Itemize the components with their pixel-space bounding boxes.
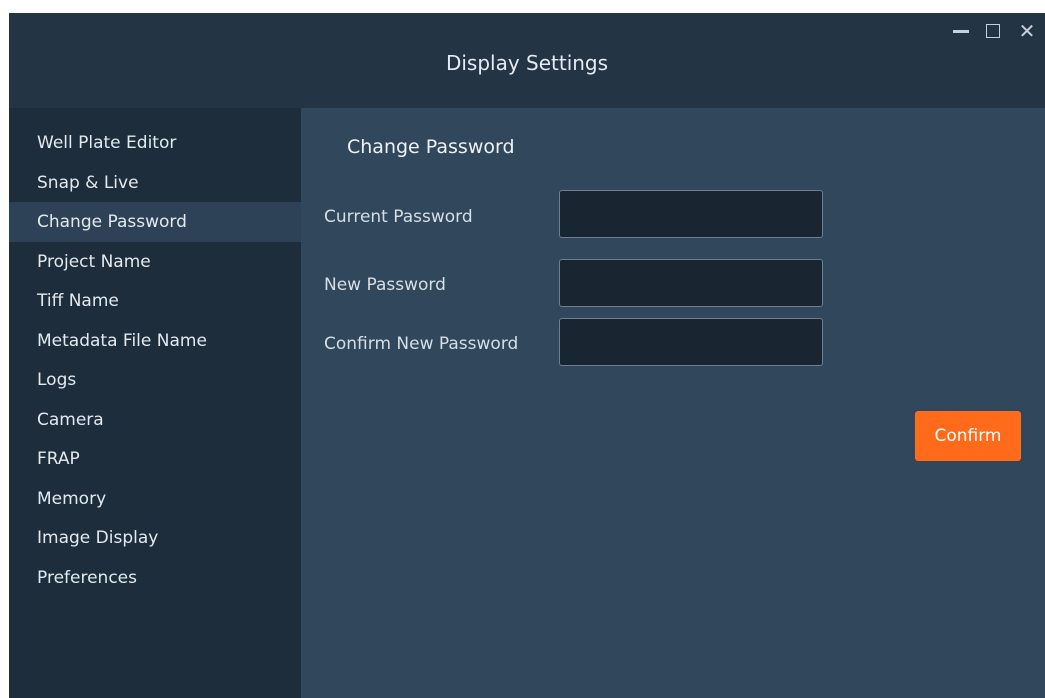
new-password-label: New Password: [324, 275, 446, 295]
sidebar-item-preferences[interactable]: Preferences: [9, 558, 301, 598]
title-bar: Display Settings ✕: [9, 13, 1045, 108]
settings-window: Display Settings ✕ Well Plate Editor Sna…: [9, 13, 1045, 698]
settings-sidebar: Well Plate Editor Snap & Live Change Pas…: [9, 108, 301, 698]
sidebar-item-memory[interactable]: Memory: [9, 479, 301, 519]
sidebar-item-logs[interactable]: Logs: [9, 360, 301, 400]
section-title: Change Password: [347, 136, 515, 158]
maximize-icon[interactable]: [983, 21, 1003, 41]
window-title: Display Settings: [445, 51, 609, 75]
sidebar-item-tiff-name[interactable]: Tiff Name: [9, 281, 301, 321]
sidebar-item-frap[interactable]: FRAP: [9, 439, 301, 479]
current-password-input[interactable]: [559, 190, 823, 238]
sidebar-item-change-password[interactable]: Change Password: [9, 202, 301, 242]
settings-content: Change Password Current Password New Pas…: [301, 108, 1045, 698]
sidebar-item-well-plate-editor[interactable]: Well Plate Editor: [9, 123, 301, 163]
new-password-input[interactable]: [559, 259, 823, 307]
sidebar-item-snap-live[interactable]: Snap & Live: [9, 163, 301, 203]
minimize-icon[interactable]: [951, 21, 971, 41]
sidebar-item-camera[interactable]: Camera: [9, 400, 301, 440]
confirm-new-password-input[interactable]: [559, 318, 823, 366]
confirm-button[interactable]: Confirm: [915, 411, 1021, 461]
sidebar-item-project-name[interactable]: Project Name: [9, 242, 301, 282]
current-password-label: Current Password: [324, 207, 473, 227]
close-icon[interactable]: ✕: [1017, 21, 1037, 41]
confirm-new-password-label: Confirm New Password: [324, 334, 519, 354]
sidebar-item-image-display[interactable]: Image Display: [9, 518, 301, 558]
sidebar-item-metadata-file-name[interactable]: Metadata File Name: [9, 321, 301, 361]
